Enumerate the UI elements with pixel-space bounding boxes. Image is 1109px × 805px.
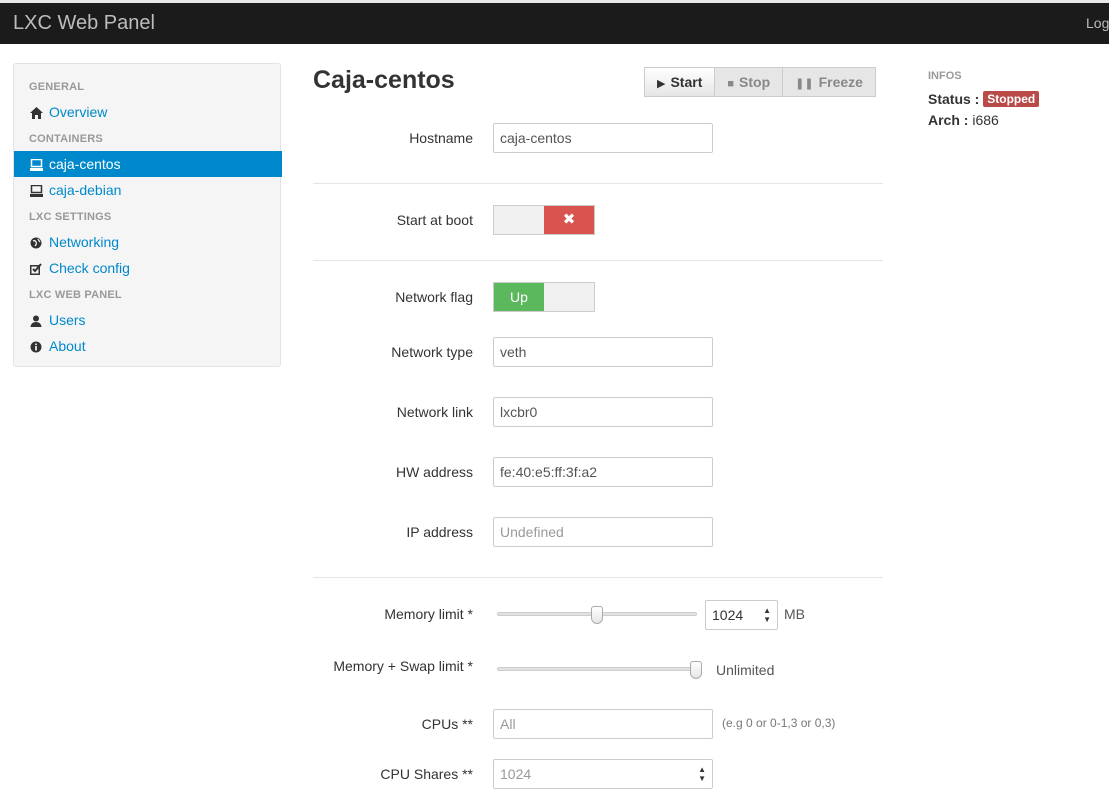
info-icon	[29, 333, 43, 359]
memory-swap-limit-label: Memory + Swap limit *	[333, 658, 473, 674]
sidebar-item-about[interactable]: About	[14, 333, 282, 359]
cpu-shares-input[interactable]: 1024 ▲ ▼	[493, 759, 713, 789]
arch-label: Arch :	[928, 112, 969, 128]
memory-swap-value: Unlimited	[716, 662, 775, 678]
toggle-blank	[544, 283, 594, 311]
sidebar-item-label: caja-centos	[49, 156, 121, 172]
close-icon: ✖	[544, 206, 594, 234]
status-badge: Stopped	[983, 91, 1040, 107]
start-button[interactable]: ▶ Start	[644, 67, 716, 97]
top-navbar: LXC Web Panel Log	[0, 0, 1109, 44]
brand-link[interactable]: LXC Web Panel	[13, 12, 155, 35]
cpu-shares-label: CPU Shares **	[380, 766, 473, 782]
start-at-boot-toggle[interactable]: ✖	[493, 205, 595, 235]
stepper-arrows-icon[interactable]: ▲ ▼	[763, 606, 771, 624]
divider	[313, 577, 883, 578]
stop-label: Stop	[739, 74, 771, 90]
cpu-shares-placeholder: 1024	[500, 766, 532, 782]
container-icon	[29, 177, 43, 203]
sidebar-item-label: caja-debian	[49, 182, 122, 198]
network-flag-label: Network flag	[395, 289, 473, 305]
infos-heading: INFOS	[928, 70, 962, 82]
play-icon: ▶	[657, 78, 666, 90]
container-icon	[29, 151, 43, 177]
page-title: Caja-centos	[313, 66, 455, 94]
sidebar-item-label: Users	[49, 312, 86, 328]
hw-address-input[interactable]: fe:40:e5:ff:3f:a2	[493, 457, 713, 487]
memory-swap-slider-handle[interactable]	[690, 661, 702, 679]
memory-unit: MB	[784, 606, 805, 622]
nav-header-general: GENERAL	[29, 81, 85, 93]
memory-limit-value: 1024	[712, 607, 744, 623]
memory-limit-stepper[interactable]: 1024 ▲ ▼	[705, 600, 778, 630]
hostname-label: Hostname	[409, 130, 473, 146]
start-at-boot-label: Start at boot	[396, 212, 473, 228]
sidebar-item-label: Overview	[49, 104, 108, 120]
toggle-on-label: Up	[494, 283, 544, 311]
logout-link[interactable]: Log	[1086, 15, 1109, 31]
memory-limit-slider-handle[interactable]	[591, 606, 603, 624]
user-icon	[29, 307, 43, 333]
sidebar-item-overview[interactable]: Overview	[14, 99, 282, 125]
nav-header-lxc-settings: LXC SETTINGS	[29, 211, 112, 223]
freeze-button[interactable]: ❚❚ Freeze	[782, 67, 876, 97]
start-label: Start	[670, 74, 703, 90]
stepper-arrows-icon[interactable]: ▲ ▼	[698, 765, 706, 783]
status-label: Status :	[928, 91, 980, 107]
network-type-label: Network type	[391, 344, 473, 360]
cpus-help-text: (e.g 0 or 0-1,3 or 0,3)	[722, 716, 836, 730]
divider	[313, 260, 883, 261]
ip-address-input[interactable]: Undefined	[493, 517, 713, 547]
ip-address-label: IP address	[406, 524, 473, 540]
sidebar-item-label: Check config	[49, 260, 130, 276]
sidebar-item-users[interactable]: Users	[14, 307, 282, 333]
memory-swap-slider[interactable]	[497, 667, 697, 671]
sidebar-item-label: About	[49, 338, 86, 354]
stop-icon: ■	[727, 78, 735, 90]
sidebar-nav: GENERAL Overview CONTAINERS caja-centos …	[13, 63, 282, 367]
cpus-input[interactable]: All	[493, 709, 713, 739]
status-line: Status : Stopped	[928, 91, 1040, 107]
sidebar-item-label: Networking	[49, 234, 120, 250]
hostname-input[interactable]: caja-centos	[493, 123, 713, 153]
network-link-label: Network link	[396, 404, 473, 420]
nav-header-lxc-web-panel: LXC WEB PANEL	[29, 289, 122, 301]
arch-value: i686	[972, 112, 999, 128]
nav-header-containers: CONTAINERS	[29, 133, 103, 145]
memory-limit-label: Memory limit *	[384, 606, 473, 622]
freeze-label: Freeze	[818, 74, 863, 90]
network-type-input[interactable]: veth	[493, 337, 713, 367]
home-icon	[29, 99, 43, 125]
sidebar-item-check-config[interactable]: Check config	[14, 255, 282, 281]
sidebar-item-caja-centos[interactable]: caja-centos	[14, 151, 282, 177]
globe-icon	[29, 229, 43, 255]
divider	[313, 183, 883, 184]
toggle-blank	[494, 206, 544, 234]
network-flag-toggle[interactable]: Up	[493, 282, 595, 312]
sidebar-item-caja-debian[interactable]: caja-debian	[14, 177, 282, 203]
stop-button[interactable]: ■ Stop	[714, 67, 784, 97]
pause-icon: ❚❚	[795, 78, 814, 90]
network-link-input[interactable]: lxcbr0	[493, 397, 713, 427]
check-icon	[29, 255, 43, 281]
sidebar-item-networking[interactable]: Networking	[14, 229, 282, 255]
cpus-label: CPUs **	[421, 716, 473, 732]
arch-line: Arch : i686	[928, 112, 999, 128]
hw-address-label: HW address	[395, 464, 473, 480]
container-actions: ▶ Start ■ Stop ❚❚ Freeze	[644, 67, 876, 97]
